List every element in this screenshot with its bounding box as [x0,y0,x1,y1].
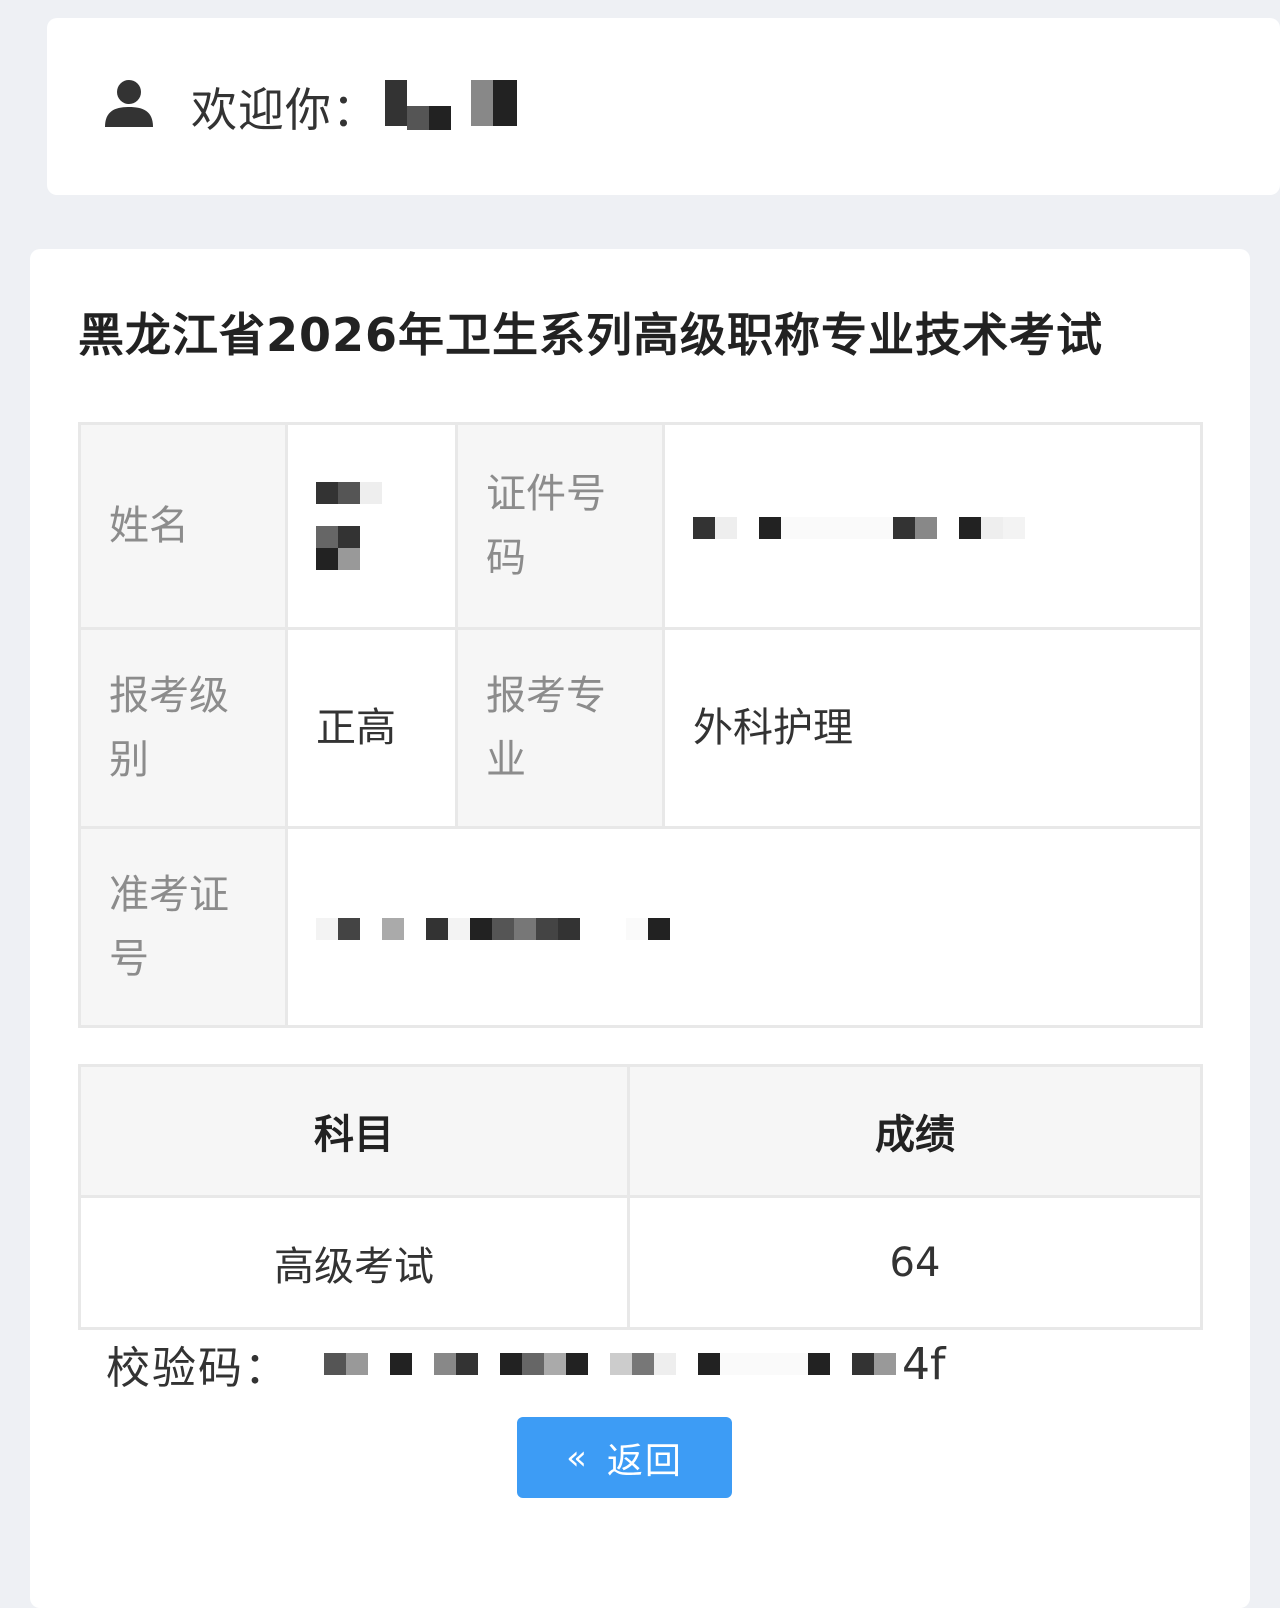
ticket-number-value-redacted [285,826,1203,1028]
user-icon [105,79,153,127]
double-chevron-left-icon: « [566,1437,589,1478]
id-number-value-redacted [662,422,1203,630]
level-value: 正高 [285,627,458,829]
verification-code-row: 校验码： 4f [106,1329,1206,1399]
back-button-label: 返回 [606,1440,683,1482]
name-label: 姓名 [78,422,288,630]
result-card: 黑龙江省2026年卫生系列高级职称专业技术考试 姓名 证件号码 报考级别 正高 … [30,249,1250,1608]
username-redacted [385,79,517,130]
ticket-number-label: 准考证号 [78,826,288,1028]
name-value-redacted [285,422,458,630]
exam-title: 黑龙江省2026年卫生系列高级职称专业技术考试 [78,308,1104,362]
score-column-header: 成绩 [627,1064,1203,1198]
score-table: 科目 成绩 高级考试 64 [78,1064,1203,1330]
id-number-label: 证件号码 [455,422,665,630]
subject-column-header: 科目 [78,1064,630,1198]
level-label: 报考级别 [78,627,288,829]
score-cell: 64 [627,1195,1203,1330]
welcome-label: 欢迎你： [191,82,379,137]
verification-code-label: 校验码： [106,1343,290,1394]
welcome-header: 欢迎你： [47,18,1280,195]
verification-code-redacted [324,1353,896,1375]
major-label: 报考专业 [455,627,665,829]
subject-cell: 高级考试 [78,1195,630,1330]
score-row: 高级考试 64 [78,1195,1203,1330]
candidate-info-table: 姓名 证件号码 报考级别 正高 报考专业 外科护理 准考证号 [78,422,1203,1028]
verification-code-suffix: 4f [902,1338,946,1390]
major-value: 外科护理 [662,627,1203,829]
back-button[interactable]: « 返回 [517,1417,732,1498]
